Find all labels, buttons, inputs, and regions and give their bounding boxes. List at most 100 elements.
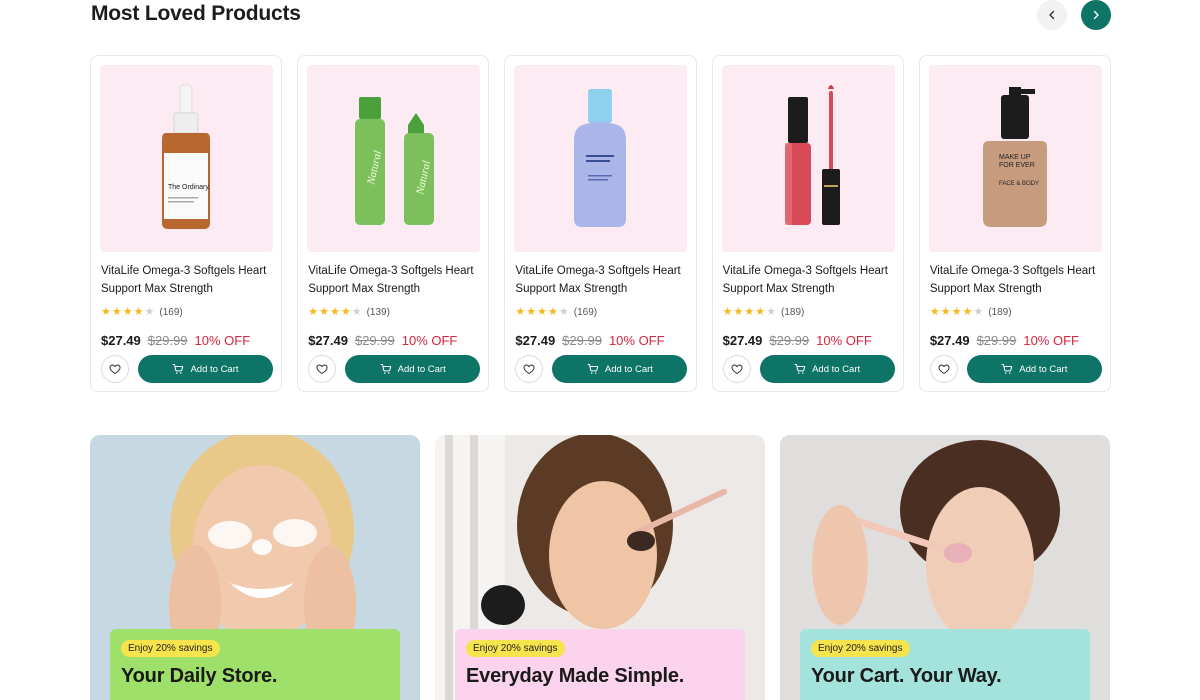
star-icon: ★ — [515, 306, 526, 318]
promo-title: Your Daily Store. — [121, 665, 278, 687]
product-image[interactable] — [721, 65, 895, 252]
star-icon: ★ — [744, 306, 755, 318]
product-name[interactable]: VitaLife Omega-3 Softgels Heart Support … — [101, 262, 279, 298]
old-price: $29.99 — [769, 333, 810, 348]
star-icon: ★ — [766, 306, 776, 318]
discount-label: 10% OFF — [816, 333, 872, 348]
lip-gloss-tube-image — [784, 85, 840, 225]
promo-banner[interactable]: Enjoy 20% savings Your Daily Store. — [90, 435, 420, 700]
star-icon: ★ — [329, 306, 340, 318]
star-icon: ★ — [319, 306, 329, 318]
product-image[interactable]: The Ordinary. — [100, 65, 273, 252]
star-icon: ★ — [755, 306, 766, 318]
product-rating: ★ ★ ★ ★ ★ (139) — [308, 306, 390, 319]
star-icon: ★ — [101, 306, 111, 318]
product-rating: ★ ★ ★ ★ ★ (169) — [515, 306, 598, 319]
star-icon: ★ — [340, 306, 351, 318]
product-name[interactable]: VitaLife Omega-3 Softgels Heart Support … — [515, 262, 693, 298]
product-card[interactable]: The Ordinary. VitaLife Omega-3 Softgels … — [90, 55, 283, 392]
old-price: $29.99 — [354, 333, 395, 348]
star-icon: ★ — [133, 306, 144, 318]
promo-banner[interactable]: Enjoy 20% savings Everyday Made Simple. — [435, 435, 765, 700]
foundation-pump-bottle-image: MAKE UP FOR EVER FACE & BODY — [982, 87, 1047, 227]
promo-banner[interactable]: Enjoy 20% savings Your Cart. Your Way. — [780, 435, 1110, 700]
old-price: $29.99 — [147, 333, 188, 348]
section-title: Most Loved Products — [91, 2, 301, 25]
product-image[interactable] — [514, 65, 688, 252]
discount-label: 10% OFF — [194, 333, 251, 348]
add-to-cart-label: Add to Cart — [1019, 363, 1068, 375]
add-to-cart-button[interactable]: Add to Cart — [138, 355, 273, 383]
product-name[interactable]: VitaLife Omega-3 Softgels Heart Support … — [930, 262, 1108, 298]
product-name[interactable]: VitaLife Omega-3 Softgels Heart Support … — [308, 262, 486, 298]
review-count: (169) — [159, 307, 183, 318]
product-carousel: The Ordinary. VitaLife Omega-3 Softgels … — [90, 55, 1112, 392]
savings-badge: Enjoy 20% savings — [121, 640, 220, 657]
savings-badge: Enjoy 20% savings — [466, 640, 565, 657]
star-icon: ★ — [548, 306, 558, 318]
carousel-next-button[interactable] — [1081, 0, 1111, 30]
product-image[interactable]: MAKE UP FOR EVER FACE & BODY — [928, 65, 1102, 252]
wishlist-button[interactable] — [929, 355, 958, 383]
add-to-cart-label: Add to Cart — [604, 363, 653, 375]
review-count: (189) — [988, 307, 1012, 318]
star-icon: ★ — [951, 306, 962, 318]
heart-icon — [109, 364, 121, 375]
star-icon: ★ — [929, 306, 940, 318]
product-rating: ★ ★ ★ ★ ★ (169) — [101, 306, 183, 319]
review-count: (139) — [366, 307, 390, 318]
product-card[interactable]: VitaLife Omega-3 Softgels Heart Support … — [711, 55, 904, 392]
product-image[interactable]: Natural Natural — [307, 65, 481, 252]
heart-icon — [938, 364, 950, 375]
price-row: $27.49 $29.99 10% OFF — [930, 333, 1079, 348]
promo-panel: Enjoy 20% savings Your Daily Store. — [110, 629, 400, 700]
star-icon: ★ — [111, 306, 122, 318]
wishlist-button[interactable] — [722, 355, 751, 383]
add-to-cart-button[interactable]: Add to Cart — [759, 355, 895, 383]
star-icon: ★ — [558, 306, 569, 318]
promo-panel: Enjoy 20% savings Your Cart. Your Way. — [800, 629, 1090, 700]
star-icon: ★ — [973, 306, 984, 318]
section-header: Most Loved Products — [91, 0, 1111, 32]
product-card[interactable]: Natural Natural VitaLife Omega-3 Softgel… — [297, 55, 490, 392]
wishlist-button[interactable] — [515, 355, 544, 383]
carousel-prev-button[interactable] — [1037, 0, 1067, 30]
promo-panel: Enjoy 20% savings Everyday Made Simple. — [455, 629, 745, 700]
old-price: $29.99 — [976, 333, 1017, 348]
product-card[interactable]: MAKE UP FOR EVER FACE & BODY VitaLife Om… — [918, 55, 1112, 392]
star-icon: ★ — [962, 306, 973, 318]
star-icon: ★ — [537, 306, 548, 318]
product-name[interactable]: VitaLife Omega-3 Softgels Heart Support … — [723, 262, 901, 298]
cart-icon — [587, 364, 599, 374]
wishlist-button[interactable] — [308, 355, 337, 383]
add-to-cart-button[interactable]: Add to Cart — [552, 355, 688, 383]
price-row: $27.49 $29.99 10% OFF — [101, 333, 250, 348]
star-icon: ★ — [308, 306, 319, 318]
cart-icon — [380, 364, 391, 374]
price: $27.49 — [929, 333, 970, 348]
add-to-cart-button[interactable]: Add to Cart — [345, 355, 481, 383]
discount-label: 10% OFF — [401, 333, 458, 348]
price: $27.49 — [101, 333, 141, 348]
svg-text:The Ordinary.: The Ordinary. — [168, 184, 210, 191]
price: $27.49 — [515, 333, 556, 348]
star-icon: ★ — [144, 306, 155, 318]
product-rating: ★ ★ ★ ★ ★ (189) — [723, 306, 805, 319]
add-to-cart-label: Add to Cart — [397, 363, 446, 375]
price-row: $27.49 $29.99 10% OFF — [515, 333, 664, 348]
review-count: (169) — [573, 307, 598, 318]
cart-icon — [172, 364, 184, 374]
price-row: $27.49 $29.99 10% OFF — [723, 333, 872, 348]
product-card[interactable]: VitaLife Omega-3 Softgels Heart Support … — [504, 55, 697, 392]
svg-text:FACE & BODY: FACE & BODY — [999, 181, 1039, 187]
star-icon: ★ — [122, 306, 133, 318]
add-to-cart-button[interactable]: Add to Cart — [966, 355, 1102, 383]
price: $27.49 — [722, 333, 763, 348]
cart-icon — [794, 364, 806, 374]
green-lipstick-pair-image: Natural Natural — [355, 97, 435, 225]
cart-icon — [1001, 364, 1013, 374]
old-price: $29.99 — [562, 333, 602, 348]
heart-icon — [316, 364, 328, 375]
wishlist-button[interactable] — [101, 355, 129, 383]
svg-text:FOR EVER: FOR EVER — [999, 162, 1035, 169]
